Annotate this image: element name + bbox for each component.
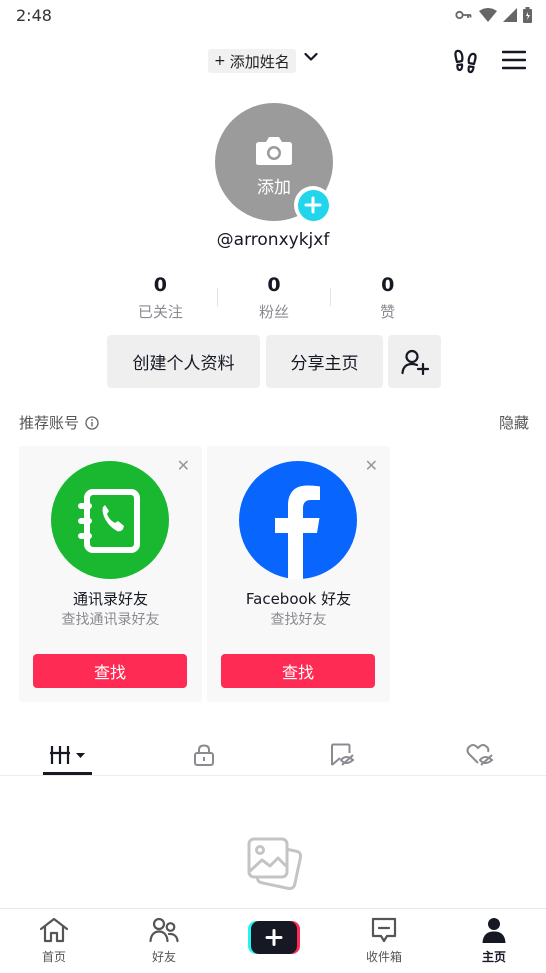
heart-hidden-icon — [466, 744, 494, 766]
profile-icon — [482, 918, 506, 943]
add-name-button[interactable]: + 添加姓名 — [208, 49, 296, 73]
bookmark-hidden-icon — [331, 743, 355, 766]
nav-friends-label: 好友 — [151, 950, 176, 964]
recommended-accounts-header: 推荐账号 — [19, 412, 99, 433]
nav-inbox[interactable]: 收件箱 — [344, 917, 424, 965]
nav-home[interactable]: 首页 — [14, 917, 94, 965]
followers-count: 0 — [267, 274, 281, 296]
nav-friends[interactable]: 好友 — [124, 917, 204, 965]
add-avatar-button[interactable] — [294, 186, 332, 224]
grid-icon — [50, 746, 85, 764]
image-placeholder-icon — [247, 837, 302, 891]
info-icon[interactable] — [85, 415, 99, 430]
followers-label: 粉丝 — [259, 303, 290, 321]
footprint-icon[interactable] — [453, 48, 479, 74]
card-subtitle: 查找通讯录好友 — [61, 612, 160, 628]
tab-videos[interactable] — [33, 738, 103, 772]
top-bar: + 添加姓名 — [0, 44, 546, 78]
content-tabs — [0, 734, 546, 776]
stat-following[interactable]: 0 已关注 — [104, 274, 217, 322]
add-friend-button[interactable] — [388, 335, 441, 388]
create-button[interactable] — [248, 921, 300, 954]
home-icon — [39, 917, 69, 943]
card-title: Facebook 好友 — [245, 590, 352, 608]
facebook-icon — [239, 461, 357, 579]
find-contacts-button[interactable]: 查找 — [33, 654, 187, 688]
key-icon — [455, 10, 472, 20]
contacts-icon — [51, 461, 169, 579]
nav-home-label: 首页 — [41, 950, 66, 964]
battery-icon — [523, 7, 532, 23]
contacts-card: ✕ 通讯录好友 查找通讯录好友 查找 — [19, 446, 202, 702]
inbox-icon — [371, 917, 397, 943]
bottom-nav: 首页 好友 收件箱 主页 — [0, 908, 546, 973]
add-name-label: 添加姓名 — [229, 52, 290, 71]
close-icon[interactable]: ✕ — [365, 456, 378, 475]
active-tab-indicator — [43, 772, 92, 775]
chevron-down-icon[interactable] — [304, 52, 318, 62]
facebook-card: ✕ Facebook 好友 查找好友 查找 — [207, 446, 390, 702]
stat-followers[interactable]: 0 粉丝 — [218, 274, 331, 322]
wifi-icon — [479, 8, 497, 22]
following-label: 已关注 — [137, 303, 183, 321]
nav-profile[interactable]: 主页 — [454, 917, 534, 965]
status-bar: 2:48 — [0, 0, 546, 32]
recommended-title: 推荐账号 — [19, 414, 80, 432]
nav-inbox-label: 收件箱 — [365, 950, 402, 964]
status-time: 2:48 — [16, 6, 52, 25]
signal-icon — [503, 8, 517, 22]
following-count: 0 — [153, 274, 167, 296]
stat-likes[interactable]: 0 赞 — [331, 274, 444, 322]
lock-icon — [194, 744, 214, 766]
profile-stats: 0 已关注 0 粉丝 0 赞 — [104, 274, 444, 322]
status-icons — [455, 7, 532, 23]
tab-favorites[interactable] — [307, 738, 377, 772]
nav-profile-label: 主页 — [481, 950, 506, 964]
username: @arronxykjxf — [216, 230, 330, 250]
card-title: 通讯录好友 — [72, 590, 148, 608]
tab-private[interactable] — [169, 738, 239, 772]
plus-icon: + — [214, 53, 226, 69]
friends-icon — [149, 917, 179, 943]
likes-label: 赞 — [380, 303, 396, 321]
camera-icon — [256, 137, 292, 165]
share-profile-button[interactable]: 分享主页 — [266, 335, 383, 388]
card-subtitle: 查找好友 — [270, 612, 327, 628]
tab-liked[interactable] — [445, 738, 515, 772]
likes-count: 0 — [381, 274, 395, 296]
find-facebook-button[interactable]: 查找 — [221, 654, 375, 688]
add-user-icon — [400, 349, 429, 375]
menu-icon[interactable] — [502, 50, 526, 70]
close-icon[interactable]: ✕ — [177, 456, 190, 475]
create-plus-icon — [248, 921, 300, 954]
plus-icon — [297, 189, 329, 221]
create-profile-button[interactable]: 创建个人资料 — [107, 335, 260, 388]
hide-recommendations-link[interactable]: 隐藏 — [499, 412, 529, 433]
